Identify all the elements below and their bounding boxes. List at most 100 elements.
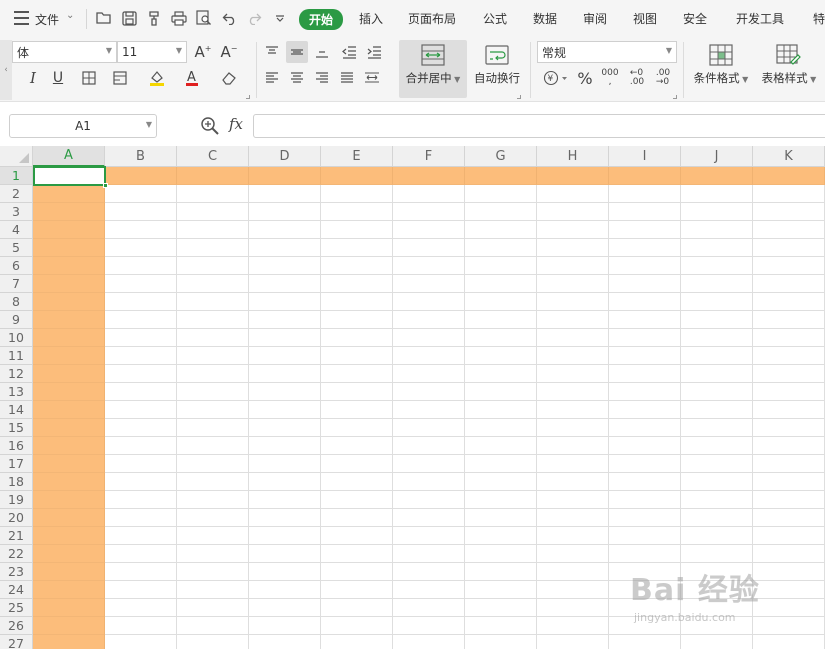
cell-i1[interactable]: [609, 167, 681, 185]
cell-b1[interactable]: [105, 167, 177, 185]
column-header-j[interactable]: J: [681, 146, 753, 167]
cell-h4[interactable]: [537, 221, 609, 239]
column-header-k[interactable]: K: [753, 146, 825, 167]
cell-k19[interactable]: [753, 491, 825, 509]
row-header-1[interactable]: 1: [0, 167, 33, 185]
cell-a14[interactable]: [33, 401, 105, 419]
row-header-13[interactable]: 13: [0, 383, 33, 401]
cell-d16[interactable]: [249, 437, 321, 455]
cell-k5[interactable]: [753, 239, 825, 257]
cell-b26[interactable]: [105, 617, 177, 635]
cell-i4[interactable]: [609, 221, 681, 239]
cell-h13[interactable]: [537, 383, 609, 401]
cell-d24[interactable]: [249, 581, 321, 599]
cell-a2[interactable]: [33, 185, 105, 203]
cell-k26[interactable]: [753, 617, 825, 635]
underline-icon[interactable]: U: [47, 67, 69, 89]
number-format-select[interactable]: 常规 ▼: [537, 41, 677, 63]
cell-d27[interactable]: [249, 635, 321, 649]
cell-b5[interactable]: [105, 239, 177, 257]
active-cell[interactable]: [33, 166, 108, 188]
font-name-select[interactable]: 体 ▼: [12, 41, 117, 63]
cell-g17[interactable]: [465, 455, 537, 473]
column-header-i[interactable]: I: [609, 146, 681, 167]
cell-d21[interactable]: [249, 527, 321, 545]
cell-a17[interactable]: [33, 455, 105, 473]
cell-b11[interactable]: [105, 347, 177, 365]
clear-format-icon[interactable]: [218, 67, 240, 89]
cell-a21[interactable]: [33, 527, 105, 545]
row-header-6[interactable]: 6: [0, 257, 33, 275]
cell-g27[interactable]: [465, 635, 537, 649]
cell-g10[interactable]: [465, 329, 537, 347]
menu-icon[interactable]: [14, 11, 29, 25]
align-right-icon[interactable]: [311, 67, 333, 89]
cell-j8[interactable]: [681, 293, 753, 311]
cell-i19[interactable]: [609, 491, 681, 509]
font-color-icon[interactable]: A: [181, 67, 203, 89]
cell-j16[interactable]: [681, 437, 753, 455]
increase-indent-icon[interactable]: [363, 41, 385, 63]
cell-k9[interactable]: [753, 311, 825, 329]
cell-j4[interactable]: [681, 221, 753, 239]
cell-b18[interactable]: [105, 473, 177, 491]
cell-f22[interactable]: [393, 545, 465, 563]
justify-icon[interactable]: [336, 67, 358, 89]
cell-b21[interactable]: [105, 527, 177, 545]
cell-e16[interactable]: [321, 437, 393, 455]
cell-f10[interactable]: [393, 329, 465, 347]
cell-b9[interactable]: [105, 311, 177, 329]
row-header-2[interactable]: 2: [0, 185, 33, 203]
cell-d22[interactable]: [249, 545, 321, 563]
cell-h9[interactable]: [537, 311, 609, 329]
ribbon-scroll-left[interactable]: ‹: [0, 40, 12, 100]
cell-d2[interactable]: [249, 185, 321, 203]
cell-c10[interactable]: [177, 329, 249, 347]
row-header-27[interactable]: 27: [0, 635, 33, 649]
cell-b2[interactable]: [105, 185, 177, 203]
cell-g4[interactable]: [465, 221, 537, 239]
cell-d10[interactable]: [249, 329, 321, 347]
file-menu[interactable]: 文件: [35, 11, 59, 28]
cell-a22[interactable]: [33, 545, 105, 563]
row-header-7[interactable]: 7: [0, 275, 33, 293]
cell-i8[interactable]: [609, 293, 681, 311]
cell-i16[interactable]: [609, 437, 681, 455]
cell-a24[interactable]: [33, 581, 105, 599]
formula-input[interactable]: [253, 114, 825, 138]
increase-font-icon[interactable]: A+: [192, 41, 214, 63]
cell-f5[interactable]: [393, 239, 465, 257]
cell-k21[interactable]: [753, 527, 825, 545]
cell-b15[interactable]: [105, 419, 177, 437]
cell-c11[interactable]: [177, 347, 249, 365]
cell-g1[interactable]: [465, 167, 537, 185]
cell-i15[interactable]: [609, 419, 681, 437]
cell-i27[interactable]: [609, 635, 681, 649]
more-icon[interactable]: [270, 8, 290, 28]
cell-c5[interactable]: [177, 239, 249, 257]
cell-e27[interactable]: [321, 635, 393, 649]
cell-b20[interactable]: [105, 509, 177, 527]
cell-f12[interactable]: [393, 365, 465, 383]
cell-d12[interactable]: [249, 365, 321, 383]
cell-g16[interactable]: [465, 437, 537, 455]
cell-d11[interactable]: [249, 347, 321, 365]
cell-a18[interactable]: [33, 473, 105, 491]
number-dialog-launcher[interactable]: [673, 95, 677, 99]
cell-f13[interactable]: [393, 383, 465, 401]
cell-d23[interactable]: [249, 563, 321, 581]
cell-e14[interactable]: [321, 401, 393, 419]
cell-e23[interactable]: [321, 563, 393, 581]
cell-h1[interactable]: [537, 167, 609, 185]
cell-c12[interactable]: [177, 365, 249, 383]
cell-g8[interactable]: [465, 293, 537, 311]
cell-k12[interactable]: [753, 365, 825, 383]
cell-h15[interactable]: [537, 419, 609, 437]
cell-j14[interactable]: [681, 401, 753, 419]
tab-data[interactable]: 数据: [533, 10, 557, 27]
undo-icon[interactable]: [219, 8, 239, 28]
cell-c23[interactable]: [177, 563, 249, 581]
cell-a10[interactable]: [33, 329, 105, 347]
cell-d18[interactable]: [249, 473, 321, 491]
cell-e2[interactable]: [321, 185, 393, 203]
